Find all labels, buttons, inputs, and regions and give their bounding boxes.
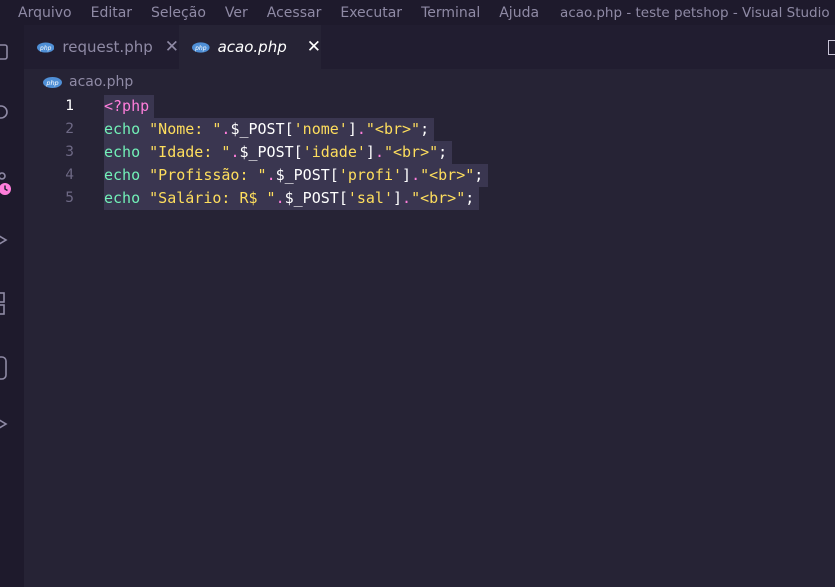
code-token: $_POST xyxy=(230,120,285,138)
code-token: ; xyxy=(474,166,484,184)
php-file-icon: php xyxy=(37,41,55,53)
tab-label: acao.php xyxy=(217,38,287,56)
svg-text:php: php xyxy=(39,44,52,51)
menu-selecao[interactable]: Seleção xyxy=(151,5,206,21)
code-line[interactable]: 2 echo "Nome: ".$_POST['nome']."<br>"; xyxy=(24,118,835,141)
explorer-icon[interactable] xyxy=(0,43,10,61)
code-token: echo xyxy=(104,166,150,184)
code-token: . xyxy=(356,120,366,138)
svg-text:php: php xyxy=(194,44,207,51)
database-icon[interactable] xyxy=(0,355,10,381)
line-number: 3 xyxy=(65,144,74,160)
code-line[interactable]: 5 echo "Salário: R$ ".$_POST['sal']."<br>… xyxy=(24,187,835,210)
code-editor[interactable]: 1 <?php 2 echo "Nome: ".$_POST['nome']."<br… xyxy=(24,95,835,587)
menu-acessar[interactable]: Acessar xyxy=(267,5,322,21)
code-text: echo "Idade: ".$_POST['idade']."<br>"; xyxy=(104,141,453,164)
code-token: "Profissão: " xyxy=(149,166,267,184)
code-token: . xyxy=(411,166,421,184)
menu-terminal[interactable]: Terminal xyxy=(421,5,480,21)
tab-acao-php[interactable]: php acao.php ✕ xyxy=(179,25,321,69)
code-token: ] xyxy=(393,189,403,207)
code-token: $_POST xyxy=(239,143,294,161)
menu-executar[interactable]: Executar xyxy=(340,5,402,21)
code-token: "Salário: R$ " xyxy=(149,189,276,207)
menu-bar: Arquivo Editar Seleção Ver Acessar Execu… xyxy=(0,0,835,25)
code-token: . xyxy=(275,189,285,207)
code-token: ] xyxy=(365,143,375,161)
activity-bar xyxy=(0,25,24,587)
code-token: 'profi' xyxy=(338,166,403,184)
code-text: echo "Salário: R$ ".$_POST['sal']."<br>"… xyxy=(104,187,480,210)
tab-request-php[interactable]: php request.php ✕ xyxy=(24,25,179,69)
code-token: ] xyxy=(347,120,357,138)
code-token: $_POST xyxy=(275,166,330,184)
code-token: ; xyxy=(420,120,430,138)
code-token: 'sal' xyxy=(347,189,393,207)
line-number: 4 xyxy=(65,167,74,183)
code-line[interactable]: 3 echo "Idade: ".$_POST['idade']."<br>"; xyxy=(24,141,835,164)
code-token: 'idade' xyxy=(302,143,366,161)
code-token: [ xyxy=(284,120,294,138)
code-token: "<br>" xyxy=(365,120,421,138)
code-token: [ xyxy=(329,166,339,184)
code-token: "Idade: " xyxy=(149,143,231,161)
php-file-icon: php xyxy=(192,41,210,53)
tab-bar: php request.php ✕ php acao.php ✕ xyxy=(24,25,835,69)
code-token: $_POST xyxy=(284,189,339,207)
code-line[interactable]: 4 echo "Profissão: ".$_POST['profi']."<br… xyxy=(24,164,835,187)
code-text: echo "Profissão: ".$_POST['profi']."<br>… xyxy=(104,164,489,187)
code-token: echo xyxy=(104,143,150,161)
code-text: <?php xyxy=(104,95,155,118)
code-line[interactable]: 1 <?php xyxy=(24,95,835,118)
php-file-icon: php xyxy=(43,76,62,88)
tab-label: request.php xyxy=(62,38,153,56)
code-token: "Nome: " xyxy=(149,120,222,138)
code-token: "<br>" xyxy=(411,189,466,207)
svg-text:php: php xyxy=(45,79,58,87)
source-control-icon[interactable] xyxy=(0,170,16,200)
menu-arquivo[interactable]: Arquivo xyxy=(18,5,72,21)
code-token: [ xyxy=(338,189,348,207)
close-icon[interactable]: ✕ xyxy=(307,37,321,57)
code-token: [ xyxy=(293,143,303,161)
close-icon[interactable]: ✕ xyxy=(165,37,179,57)
code-token: echo xyxy=(104,189,150,207)
line-number: 2 xyxy=(65,121,74,137)
run-debug-icon[interactable] xyxy=(0,231,10,249)
code-token: ; xyxy=(465,189,475,207)
code-token: 'nome' xyxy=(293,120,348,138)
breadcrumb-file[interactable]: acao.php xyxy=(69,74,133,90)
search-icon[interactable] xyxy=(0,103,10,121)
remote-icon[interactable] xyxy=(0,415,10,433)
code-token: . xyxy=(374,143,384,161)
code-token: ] xyxy=(402,166,412,184)
line-number: 1 xyxy=(65,98,74,114)
extensions-icon[interactable] xyxy=(0,291,10,317)
code-token: ; xyxy=(438,143,448,161)
menu-editar[interactable]: Editar xyxy=(91,5,132,21)
breadcrumb: php acao.php xyxy=(24,69,835,95)
code-token: "<br>" xyxy=(420,166,475,184)
code-token: <?php xyxy=(104,97,150,115)
code-token: "<br>" xyxy=(383,143,439,161)
code-token: echo xyxy=(104,120,150,138)
menu-ver[interactable]: Ver xyxy=(225,5,248,21)
code-token: . xyxy=(402,189,412,207)
window-title: acao.php - teste petshop - Visual Studio… xyxy=(560,4,835,21)
code-text: echo "Nome: ".$_POST['nome']."<br>"; xyxy=(104,118,435,141)
split-editor-icon[interactable] xyxy=(828,40,835,55)
line-number: 5 xyxy=(65,190,74,206)
menu-ajuda[interactable]: Ajuda xyxy=(499,5,539,21)
code-token: . xyxy=(266,166,276,184)
